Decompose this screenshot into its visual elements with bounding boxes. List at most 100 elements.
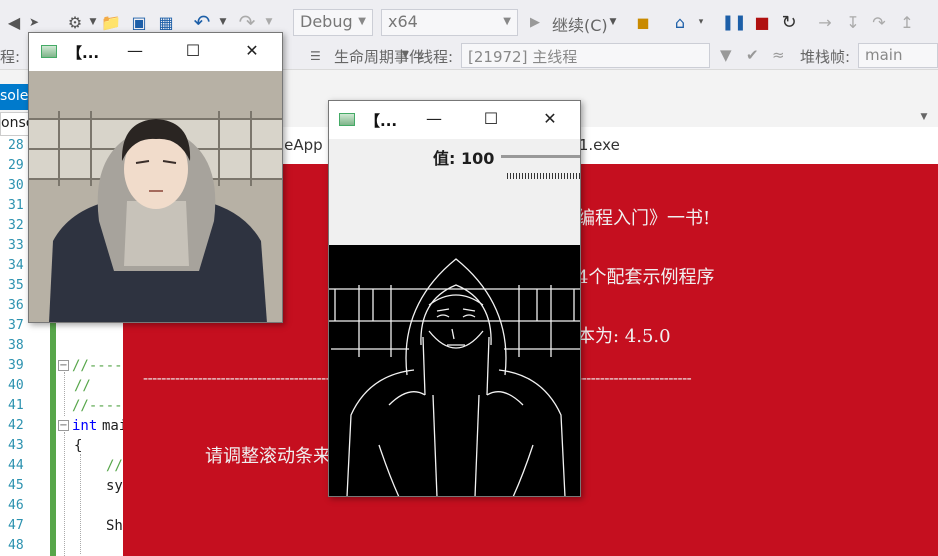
minimize-icon[interactable]: — bbox=[423, 109, 445, 129]
step-over-icon[interactable]: ↷ bbox=[868, 11, 890, 33]
platform-select[interactable]: x64 ▼ bbox=[381, 9, 518, 36]
new-project-icon[interactable]: ⚙ bbox=[62, 11, 88, 33]
app-icon bbox=[339, 113, 355, 126]
stack-frame-select[interactable]: main bbox=[858, 43, 938, 68]
trackbar-value-label: 值: 100 bbox=[433, 149, 495, 168]
continue-play-icon[interactable]: ▶ bbox=[528, 11, 542, 33]
fold-toggle-icon[interactable]: − bbox=[58, 420, 69, 431]
continue-button[interactable]: 继续(C) bbox=[552, 12, 608, 36]
flag-icon[interactable]: ≈ bbox=[772, 46, 785, 64]
window-caption: 【... bbox=[365, 112, 398, 130]
minimize-icon[interactable]: — bbox=[124, 41, 146, 61]
chevron-down-icon: ▼ bbox=[503, 16, 511, 27]
console-line-3: 本为: 4.5.0 bbox=[577, 326, 671, 347]
line-number: 43 bbox=[8, 438, 24, 453]
undo-dropdown-icon[interactable]: ▼ bbox=[218, 11, 228, 33]
save-icon[interactable]: ▣ bbox=[128, 11, 150, 33]
indent-guide bbox=[80, 454, 81, 554]
line-number: 45 bbox=[8, 478, 24, 493]
window-titlebar[interactable]: 【... — ☐ ✕ bbox=[29, 33, 282, 71]
code-line-41: //---- bbox=[72, 398, 123, 414]
document-tab-label: sole. bbox=[0, 88, 30, 104]
thread-label: 线程: bbox=[418, 48, 454, 66]
window-titlebar[interactable]: 【... — ☐ ✕ bbox=[329, 101, 580, 139]
window-caption: 【... bbox=[67, 44, 100, 62]
show-next-statement-icon[interactable]: → bbox=[814, 11, 836, 33]
line-number: 44 bbox=[8, 458, 24, 473]
line-number: 41 bbox=[8, 398, 24, 413]
line-number: 34 bbox=[8, 258, 24, 273]
maximize-icon[interactable]: ☐ bbox=[480, 109, 502, 129]
open-folder-icon[interactable]: 📁 bbox=[100, 11, 122, 33]
portrait-image bbox=[29, 71, 282, 322]
console-line-1: 编程入门》一书! bbox=[577, 208, 711, 229]
dropdown-arrow-icon[interactable]: ▼ bbox=[88, 11, 98, 33]
fold-guide bbox=[64, 372, 65, 416]
redo-dropdown-icon[interactable]: ▼ bbox=[264, 11, 274, 33]
app-icon bbox=[41, 45, 57, 58]
line-number: 40 bbox=[8, 378, 24, 393]
code-line-45: // bbox=[106, 458, 123, 474]
line-number: 31 bbox=[8, 198, 24, 213]
back-icon[interactable]: ◀ bbox=[2, 11, 26, 33]
hot-reload-icon[interactable]: ◼ bbox=[632, 11, 654, 33]
continue-dropdown-icon[interactable]: ▼ bbox=[608, 11, 618, 33]
trackbar-slider[interactable] bbox=[501, 155, 580, 158]
line-number: 28 bbox=[8, 138, 24, 153]
line-number: 39 bbox=[8, 358, 24, 373]
code-line-43-keyword: int bbox=[72, 418, 98, 434]
stack-frame-value: main bbox=[865, 46, 903, 64]
trackbar-panel: 值: 100 bbox=[329, 139, 580, 245]
code-line-40: // bbox=[74, 378, 91, 394]
filter-threads-icon[interactable]: ✔ bbox=[746, 46, 759, 64]
step-into-icon[interactable]: ↧ bbox=[842, 11, 864, 33]
save-all-icon[interactable]: ▦ bbox=[154, 11, 178, 33]
configuration-select[interactable]: Debug ▼ bbox=[293, 9, 373, 36]
lifecycle-dropdown-icon[interactable]: ▼ bbox=[402, 50, 409, 60]
forward-icon[interactable]: ➤ bbox=[26, 11, 42, 33]
stop-icon[interactable]: ■ bbox=[752, 11, 772, 33]
code-line-39: //---- bbox=[72, 358, 123, 374]
step-out-icon[interactable]: ↥ bbox=[896, 11, 918, 33]
line-number: 32 bbox=[8, 218, 24, 233]
line-number: 48 bbox=[8, 538, 24, 553]
line-number: 46 bbox=[8, 498, 24, 513]
thread-select[interactable]: [21972] 主线程 bbox=[461, 43, 710, 68]
fold-toggle-icon[interactable]: − bbox=[58, 360, 69, 371]
lifecycle-icon[interactable]: ☰ bbox=[310, 49, 321, 63]
document-tab[interactable]: sole. bbox=[0, 84, 30, 110]
line-number: 37 bbox=[8, 318, 24, 333]
close-icon[interactable]: ✕ bbox=[539, 109, 561, 129]
maximize-icon[interactable]: ☐ bbox=[182, 41, 204, 61]
console-title-left: leApp bbox=[280, 136, 323, 154]
line-number: 47 bbox=[8, 518, 24, 533]
line-number: 35 bbox=[8, 278, 24, 293]
process-label: 程: bbox=[0, 48, 21, 66]
scroll-down-icon[interactable]: ▼ bbox=[910, 112, 938, 126]
restart-icon[interactable]: ↻ bbox=[778, 11, 800, 33]
undo-icon[interactable]: ↶ bbox=[190, 10, 214, 34]
redo-icon[interactable]: ↷ bbox=[236, 10, 258, 34]
code-line-44: { bbox=[74, 438, 83, 454]
project-nav-select[interactable]: onsc bbox=[0, 112, 30, 136]
platform-value: x64 bbox=[388, 12, 418, 31]
line-number: 30 bbox=[8, 178, 24, 193]
fold-guide bbox=[64, 432, 65, 556]
browser-link-icon[interactable]: ⌂ bbox=[668, 11, 692, 33]
overflow-chevron-icon[interactable]: ▾ bbox=[696, 11, 706, 33]
original-image-window[interactable]: 【... — ☐ ✕ bbox=[28, 32, 283, 323]
edge-image-window[interactable]: 【... — ☐ ✕ 值: 100 bbox=[328, 100, 581, 497]
configuration-value: Debug bbox=[300, 12, 353, 31]
stack-frame-label: 堆栈帧: bbox=[800, 48, 851, 66]
line-number: 36 bbox=[8, 298, 24, 313]
console-line-2: 4个配套示例程序 bbox=[577, 267, 715, 288]
line-number: 33 bbox=[8, 238, 24, 253]
pause-icon[interactable]: ❚❚ bbox=[721, 11, 746, 33]
filter-icon[interactable]: ▼ bbox=[720, 46, 732, 64]
project-nav-value: onsc bbox=[1, 115, 29, 131]
lifecycle-events-button[interactable]: 生命周期事件 bbox=[334, 46, 424, 67]
close-icon[interactable]: ✕ bbox=[241, 41, 263, 61]
trackbar-ticks bbox=[507, 173, 580, 179]
thread-value: [21972] 主线程 bbox=[468, 48, 578, 66]
line-number: 42 bbox=[8, 418, 24, 433]
